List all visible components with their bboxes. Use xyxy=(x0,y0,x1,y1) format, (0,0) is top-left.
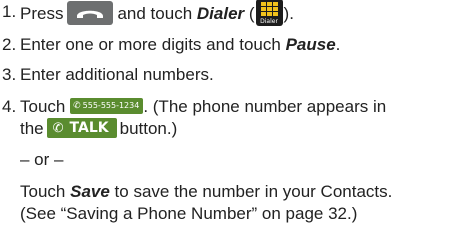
keypad-grid xyxy=(260,2,278,16)
dialer-icon-caption: Dialer xyxy=(260,18,278,25)
talk-button: ✆ TALK xyxy=(46,117,117,138)
step-4-post: . (The phone number appears in xyxy=(143,97,387,116)
phone-icon: ✆ xyxy=(73,100,81,111)
phone-handset-icon xyxy=(67,0,114,25)
dialer-label: Dialer xyxy=(196,3,245,23)
step-number: 4. xyxy=(2,97,17,116)
save-label: Save xyxy=(70,182,110,201)
touch-pre: Touch xyxy=(20,182,66,201)
or-separator: – or – xyxy=(20,150,64,169)
step-4-pre: Touch xyxy=(20,97,66,116)
step-text: Press and touch Dialer (Dialer). xyxy=(20,0,294,28)
phone-number-button-text: 555-555-1234 xyxy=(82,100,140,110)
phone-number-button: ✆ 555-555-1234 xyxy=(70,97,144,114)
step-4-line2-pre: the xyxy=(20,119,44,138)
step-1-mid: and touch xyxy=(117,3,193,23)
step-number: 3. xyxy=(2,65,17,84)
open-paren: ( xyxy=(248,3,255,23)
step-1-pre: Press xyxy=(20,3,64,23)
step-4-line2-post: button.) xyxy=(119,119,178,138)
step-text: Touch ✆ 555-555-1234. (The phone number a… xyxy=(20,96,386,118)
pause-label: Pause xyxy=(285,35,336,54)
dialer-keypad-icon: Dialer xyxy=(255,0,283,26)
phone-handset-glyph xyxy=(77,10,104,18)
close-paren: ). xyxy=(283,3,294,23)
step-number: 1. xyxy=(2,2,17,21)
step-text: Enter one or more digits and touch Pause… xyxy=(20,34,340,56)
step-2-text: Enter one or more digits and touch xyxy=(20,35,281,54)
step-text: Enter additional numbers. xyxy=(20,65,214,84)
step-4-alt-line: Touch Save to save the number in your Co… xyxy=(20,181,392,203)
touch-post: to save the number in your Contacts. xyxy=(114,182,393,201)
step-4-line-2: the ✆ TALK button.) xyxy=(20,117,178,140)
step-2-end: . xyxy=(335,35,341,54)
see-reference: (See “Saving a Phone Number” on page 32.… xyxy=(20,204,358,223)
talk-button-text: TALK xyxy=(69,119,109,136)
instruction-page: 1. Press and touch Dialer (Dialer). 2. En… xyxy=(0,0,472,249)
phone-icon: ✆ xyxy=(52,120,64,136)
step-number: 2. xyxy=(2,35,17,54)
